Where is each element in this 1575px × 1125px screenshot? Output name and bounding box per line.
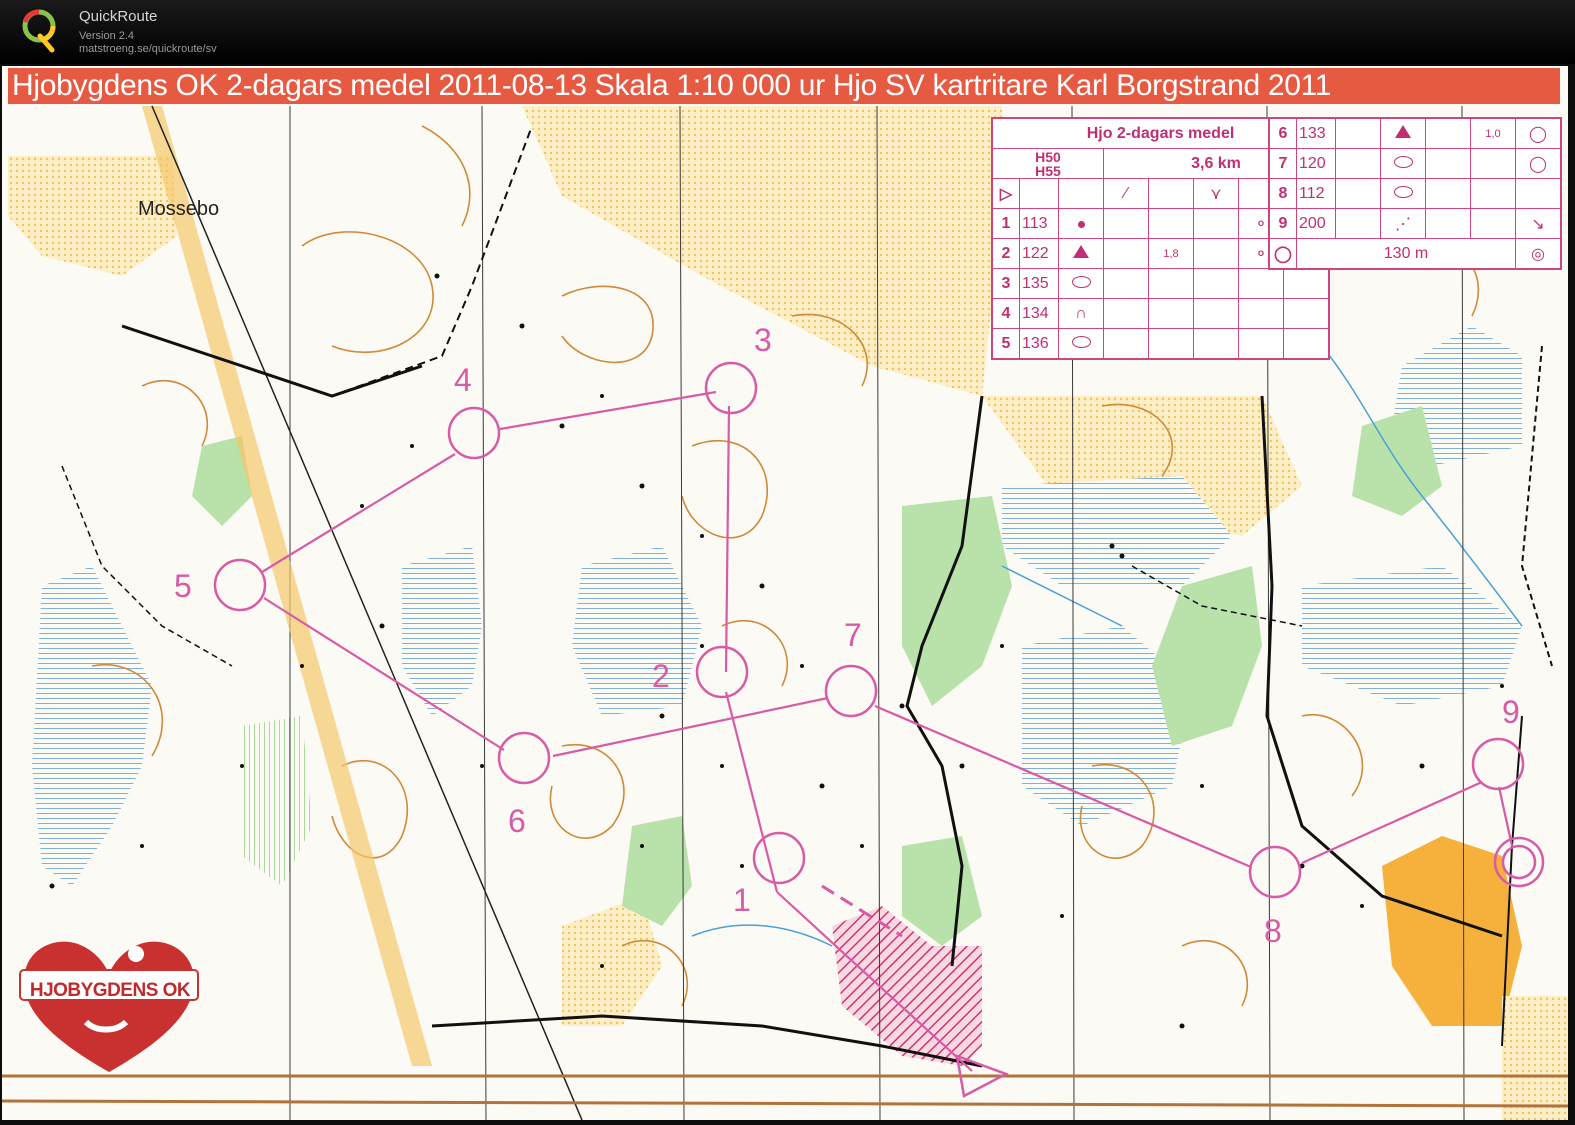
control-label-2: 2 — [652, 658, 670, 694]
control-label-7: 7 — [844, 617, 862, 653]
app-header: QuickRoute Version 2.4 matstroeng.se/qui… — [0, 0, 1575, 64]
orienteering-map[interactable]: Hjobygdens OK 2-dagars medel 2011-08-13 … — [2, 66, 1568, 1120]
control-label-5: 5 — [174, 568, 192, 604]
app-version: Version 2.4 — [79, 30, 135, 42]
oval-icon — [1393, 185, 1413, 198]
club-logo-text: HJOBYGDENS OK — [29, 980, 191, 1001]
corner-icon: ↘ — [1515, 208, 1561, 239]
description-row: 6 133 1,0 ◯ — [1269, 118, 1561, 149]
app-title: QuickRoute — [79, 8, 158, 25]
description-row: 3 135 — [992, 268, 1329, 299]
side-icon: ◯ — [1515, 118, 1561, 149]
description-row: 4 134 ∩ — [992, 298, 1329, 329]
dashed-line-icon: ⋰ — [1380, 208, 1426, 239]
map-title-text: Hjobygdens OK 2-dagars medel 2011-08-13 … — [12, 69, 1332, 102]
start-triangle-icon: ▷ — [992, 178, 1020, 209]
club-heart-logo — [19, 941, 199, 1072]
description-row: 7 120 ◯ — [1269, 148, 1561, 179]
place-name-label: Mossebo — [138, 198, 220, 220]
side-icon: ◯ — [1515, 148, 1561, 179]
quickroute-logo-icon — [22, 9, 56, 53]
finish-from-control-icon: ◯ — [1269, 238, 1297, 269]
description-row: 9 200 ⋰ ↘ — [1269, 208, 1561, 239]
control-label-1: 1 — [733, 882, 751, 918]
control-label-4: 4 — [454, 362, 472, 398]
control-description-sheet-2: 6 133 1,0 ◯ 7 120 ◯ 8 112 9 200 ⋰ ↘ ◯ 13… — [1268, 117, 1562, 270]
control-label-3: 3 — [754, 322, 772, 358]
app-url[interactable]: matstroeng.se/quickroute/sv — [79, 43, 217, 55]
control-label-6: 6 — [508, 803, 526, 839]
description-row: 5 136 — [992, 328, 1329, 359]
oval-icon — [1071, 335, 1091, 348]
oval-icon — [1071, 275, 1091, 288]
control-label-8: 8 — [1264, 913, 1282, 949]
description-row: 8 112 — [1269, 178, 1561, 209]
open-land-area — [1502, 996, 1568, 1120]
dot-icon — [1077, 220, 1085, 228]
oval-icon — [1393, 155, 1413, 168]
knoll-icon: ∩ — [1058, 298, 1104, 329]
finish-icon: ◎ — [1515, 238, 1561, 269]
triangle-icon — [1395, 124, 1411, 138]
triangle-icon — [1073, 244, 1089, 258]
map-title-banner: Hjobygdens OK 2-dagars medel 2011-08-13 … — [8, 68, 1560, 104]
control-label-9: 9 — [1502, 694, 1520, 730]
course-classes: H50 H55 — [992, 148, 1104, 179]
finish-distance: 130 m — [1296, 238, 1516, 269]
